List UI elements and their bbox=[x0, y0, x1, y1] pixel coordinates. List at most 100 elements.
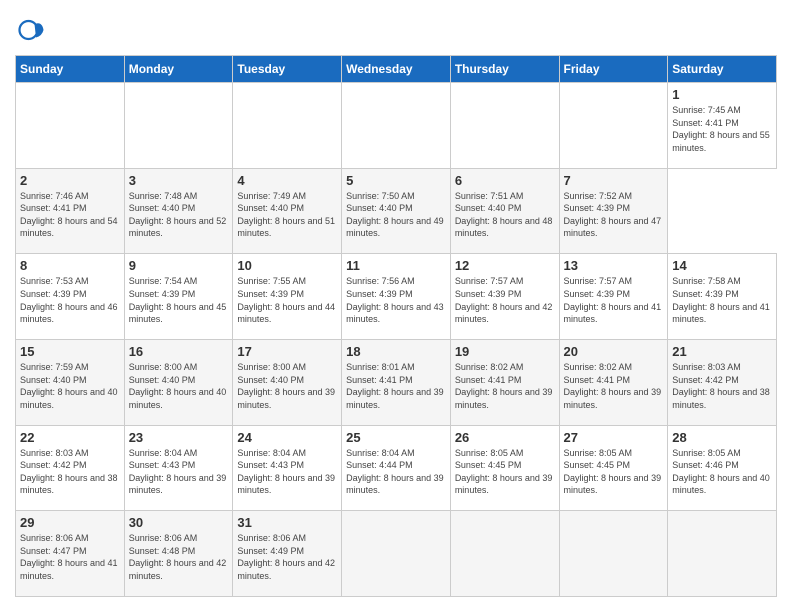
day-info: Sunrise: 7:57 AMSunset: 4:39 PMDaylight:… bbox=[455, 275, 555, 325]
day-number: 2 bbox=[20, 173, 120, 188]
day-cell-30: 30 Sunrise: 8:06 AMSunset: 4:48 PMDayligh… bbox=[124, 511, 233, 597]
day-cell-31: 31Sunrise: 8:06 AMSunset: 4:49 PMDayligh… bbox=[233, 511, 342, 597]
weekday-header-thursday: Thursday bbox=[450, 56, 559, 83]
day-number: 10 bbox=[237, 258, 337, 273]
weekday-header-friday: Friday bbox=[559, 56, 668, 83]
day-info: Sunrise: 7:51 AMSunset: 4:40 PMDaylight:… bbox=[455, 190, 555, 240]
day-number: 16 bbox=[129, 344, 229, 359]
day-number: 29 bbox=[20, 515, 120, 530]
day-cell-7: 7 Sunrise: 7:52 AMSunset: 4:39 PMDaylight… bbox=[559, 168, 668, 254]
calendar-week-4: 15 Sunrise: 7:59 AMSunset: 4:40 PMDayligh… bbox=[16, 339, 777, 425]
day-info: Sunrise: 8:05 AMSunset: 4:45 PMDaylight:… bbox=[455, 447, 555, 497]
empty-cell bbox=[668, 511, 777, 597]
day-cell-4: 4 Sunrise: 7:49 AMSunset: 4:40 PMDaylight… bbox=[233, 168, 342, 254]
day-number: 9 bbox=[129, 258, 229, 273]
day-number: 20 bbox=[564, 344, 664, 359]
day-number: 26 bbox=[455, 430, 555, 445]
day-number: 7 bbox=[564, 173, 664, 188]
empty-cell bbox=[342, 511, 451, 597]
day-info: Sunrise: 7:53 AMSunset: 4:39 PMDaylight:… bbox=[20, 275, 120, 325]
day-cell-29: 29 Sunrise: 8:06 AMSunset: 4:47 PMDayligh… bbox=[16, 511, 125, 597]
day-number: 11 bbox=[346, 258, 446, 273]
day-cell-18: 18Sunrise: 8:01 AMSunset: 4:41 PMDayligh… bbox=[342, 339, 451, 425]
day-cell-17: 17 Sunrise: 8:00 AMSunset: 4:40 PMDayligh… bbox=[233, 339, 342, 425]
day-cell-24: 24 Sunrise: 8:04 AMSunset: 4:43 PMDayligh… bbox=[233, 425, 342, 511]
day-cell-1: 1Sunrise: 7:45 AMSunset: 4:41 PMDaylight… bbox=[668, 83, 777, 169]
day-info: Sunrise: 8:04 AMSunset: 4:44 PMDaylight:… bbox=[346, 447, 446, 497]
empty-cell bbox=[559, 511, 668, 597]
day-number: 5 bbox=[346, 173, 446, 188]
day-cell-16: 16 Sunrise: 8:00 AMSunset: 4:40 PMDayligh… bbox=[124, 339, 233, 425]
calendar-table: SundayMondayTuesdayWednesdayThursdayFrid… bbox=[15, 55, 777, 597]
empty-cell bbox=[450, 83, 559, 169]
day-info: Sunrise: 8:03 AMSunset: 4:42 PMDaylight:… bbox=[672, 361, 772, 411]
weekday-header-saturday: Saturday bbox=[668, 56, 777, 83]
calendar-week-1: 1Sunrise: 7:45 AMSunset: 4:41 PMDaylight… bbox=[16, 83, 777, 169]
day-info: Sunrise: 8:04 AMSunset: 4:43 PMDaylight:… bbox=[129, 447, 229, 497]
empty-cell bbox=[16, 83, 125, 169]
day-info: Sunrise: 7:46 AMSunset: 4:41 PMDaylight:… bbox=[20, 190, 120, 240]
calendar-week-2: 2 Sunrise: 7:46 AMSunset: 4:41 PMDaylight… bbox=[16, 168, 777, 254]
day-cell-9: 9Sunrise: 7:54 AMSunset: 4:39 PMDaylight… bbox=[124, 254, 233, 340]
day-number: 3 bbox=[129, 173, 229, 188]
day-info: Sunrise: 7:57 AMSunset: 4:39 PMDaylight:… bbox=[564, 275, 664, 325]
day-info: Sunrise: 8:06 AMSunset: 4:47 PMDaylight:… bbox=[20, 532, 120, 582]
day-info: Sunrise: 8:00 AMSunset: 4:40 PMDaylight:… bbox=[237, 361, 337, 411]
day-number: 6 bbox=[455, 173, 555, 188]
day-cell-25: 25 Sunrise: 8:04 AMSunset: 4:44 PMDayligh… bbox=[342, 425, 451, 511]
day-cell-11: 11 Sunrise: 7:56 AMSunset: 4:39 PMDayligh… bbox=[342, 254, 451, 340]
logo bbox=[15, 15, 50, 45]
empty-cell bbox=[342, 83, 451, 169]
day-info: Sunrise: 7:48 AMSunset: 4:40 PMDaylight:… bbox=[129, 190, 229, 240]
day-info: Sunrise: 8:03 AMSunset: 4:42 PMDaylight:… bbox=[20, 447, 120, 497]
day-number: 15 bbox=[20, 344, 120, 359]
weekday-header-wednesday: Wednesday bbox=[342, 56, 451, 83]
day-number: 21 bbox=[672, 344, 772, 359]
day-cell-27: 27 Sunrise: 8:05 AMSunset: 4:45 PMDayligh… bbox=[559, 425, 668, 511]
empty-cell bbox=[450, 511, 559, 597]
day-cell-19: 19Sunrise: 8:02 AMSunset: 4:41 PMDayligh… bbox=[450, 339, 559, 425]
day-number: 17 bbox=[237, 344, 337, 359]
day-number: 30 bbox=[129, 515, 229, 530]
day-info: Sunrise: 7:50 AMSunset: 4:40 PMDaylight:… bbox=[346, 190, 446, 240]
day-info: Sunrise: 8:00 AMSunset: 4:40 PMDaylight:… bbox=[129, 361, 229, 411]
day-info: Sunrise: 8:06 AMSunset: 4:48 PMDaylight:… bbox=[129, 532, 229, 582]
day-info: Sunrise: 7:55 AMSunset: 4:39 PMDaylight:… bbox=[237, 275, 337, 325]
day-number: 18 bbox=[346, 344, 446, 359]
day-number: 4 bbox=[237, 173, 337, 188]
day-number: 8 bbox=[20, 258, 120, 273]
calendar-week-6: 29 Sunrise: 8:06 AMSunset: 4:47 PMDayligh… bbox=[16, 511, 777, 597]
day-number: 22 bbox=[20, 430, 120, 445]
day-cell-10: 10 Sunrise: 7:55 AMSunset: 4:39 PMDayligh… bbox=[233, 254, 342, 340]
weekday-header-monday: Monday bbox=[124, 56, 233, 83]
day-info: Sunrise: 8:02 AMSunset: 4:41 PMDaylight:… bbox=[564, 361, 664, 411]
day-number: 24 bbox=[237, 430, 337, 445]
day-number: 25 bbox=[346, 430, 446, 445]
weekday-header-sunday: Sunday bbox=[16, 56, 125, 83]
day-info: Sunrise: 8:04 AMSunset: 4:43 PMDaylight:… bbox=[237, 447, 337, 497]
header bbox=[15, 15, 777, 45]
day-info: Sunrise: 7:49 AMSunset: 4:40 PMDaylight:… bbox=[237, 190, 337, 240]
day-cell-20: 20 Sunrise: 8:02 AMSunset: 4:41 PMDayligh… bbox=[559, 339, 668, 425]
day-info: Sunrise: 7:52 AMSunset: 4:39 PMDaylight:… bbox=[564, 190, 664, 240]
calendar-week-5: 22 Sunrise: 8:03 AMSunset: 4:42 PMDayligh… bbox=[16, 425, 777, 511]
day-info: Sunrise: 8:06 AMSunset: 4:49 PMDaylight:… bbox=[237, 532, 337, 582]
logo-icon bbox=[15, 15, 45, 45]
day-info: Sunrise: 7:56 AMSunset: 4:39 PMDaylight:… bbox=[346, 275, 446, 325]
day-number: 23 bbox=[129, 430, 229, 445]
day-cell-28: 28Sunrise: 8:05 AMSunset: 4:46 PMDayligh… bbox=[668, 425, 777, 511]
day-info: Sunrise: 8:02 AMSunset: 4:41 PMDaylight:… bbox=[455, 361, 555, 411]
day-info: Sunrise: 7:45 AMSunset: 4:41 PMDaylight:… bbox=[672, 104, 772, 154]
day-cell-22: 22 Sunrise: 8:03 AMSunset: 4:42 PMDayligh… bbox=[16, 425, 125, 511]
day-number: 13 bbox=[564, 258, 664, 273]
day-info: Sunrise: 7:59 AMSunset: 4:40 PMDaylight:… bbox=[20, 361, 120, 411]
day-number: 27 bbox=[564, 430, 664, 445]
day-cell-26: 26 Sunrise: 8:05 AMSunset: 4:45 PMDayligh… bbox=[450, 425, 559, 511]
day-info: Sunrise: 8:05 AMSunset: 4:46 PMDaylight:… bbox=[672, 447, 772, 497]
day-cell-15: 15 Sunrise: 7:59 AMSunset: 4:40 PMDayligh… bbox=[16, 339, 125, 425]
weekday-header-tuesday: Tuesday bbox=[233, 56, 342, 83]
day-cell-5: 5 Sunrise: 7:50 AMSunset: 4:40 PMDaylight… bbox=[342, 168, 451, 254]
day-info: Sunrise: 8:05 AMSunset: 4:45 PMDaylight:… bbox=[564, 447, 664, 497]
empty-cell bbox=[124, 83, 233, 169]
empty-cell bbox=[559, 83, 668, 169]
